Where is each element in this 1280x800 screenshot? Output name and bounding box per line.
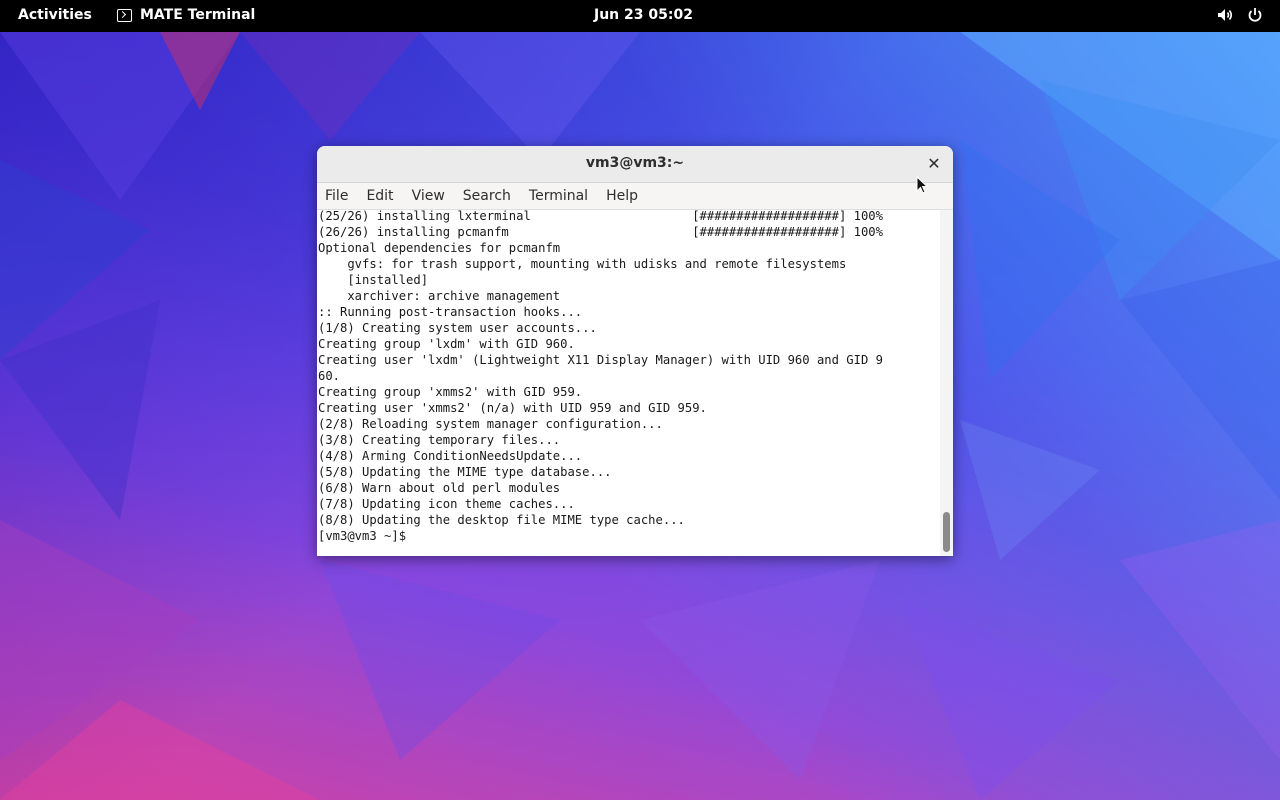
terminal-line: (4/8) Arming ConditionNeedsUpdate...: [318, 449, 583, 463]
menu-edit[interactable]: Edit: [366, 188, 401, 204]
app-menu-button[interactable]: MATE Terminal: [117, 7, 255, 23]
terminal-line: Creating user 'lxdm' (Lightweight X11 Di…: [318, 353, 883, 367]
terminal-line: (3/8) Creating temporary files...: [318, 433, 561, 447]
power-icon[interactable]: [1246, 6, 1264, 24]
menu-terminal[interactable]: Terminal: [529, 188, 596, 204]
menu-view[interactable]: View: [412, 188, 453, 204]
terminal-line: [installed]: [318, 273, 429, 287]
terminal-line: Creating user 'xmms2' (n/a) with UID 959…: [318, 401, 707, 415]
terminal-line: xarchiver: archive management: [318, 289, 561, 303]
terminal-line: (6/8) Warn about old perl modules: [318, 481, 561, 495]
mouse-pointer-icon: [916, 176, 928, 194]
activities-button[interactable]: Activities: [18, 7, 92, 23]
close-icon[interactable]: ✕: [925, 155, 943, 173]
system-tray[interactable]: [1216, 6, 1264, 24]
scrollbar-thumb[interactable]: [943, 512, 950, 552]
terminal-window[interactable]: vm3@vm3:~ ✕ File Edit View Search Termin…: [317, 146, 953, 556]
terminal-line: (2/8) Reloading system manager configura…: [318, 417, 663, 431]
terminal-line: 60.: [318, 369, 341, 383]
terminal-line: (8/8) Updating the desktop file MIME typ…: [318, 513, 685, 527]
terminal-output[interactable]: (25/26) installing lxterminal [#########…: [317, 210, 940, 556]
terminal-line: :: Running post-transaction hooks...: [318, 305, 583, 319]
clock[interactable]: Jun 23 05:02: [594, 7, 693, 23]
volume-icon[interactable]: [1216, 6, 1234, 24]
menu-help[interactable]: Help: [606, 188, 646, 204]
top-bar: Activities MATE Terminal Jun 23 05:02: [0, 0, 1280, 32]
terminal-line: (7/8) Updating icon theme caches...: [318, 497, 575, 511]
menu-bar: File Edit View Search Terminal Help: [317, 183, 953, 210]
app-name-label: MATE Terminal: [140, 7, 256, 23]
window-title: vm3@vm3:~: [585, 155, 685, 171]
shell-prompt: [vm3@vm3 ~]$: [318, 529, 414, 543]
window-titlebar[interactable]: vm3@vm3:~ ✕: [317, 146, 953, 183]
menu-search[interactable]: Search: [463, 188, 519, 204]
terminal-line: (1/8) Creating system user accounts...: [318, 321, 597, 335]
terminal-line: Creating group 'lxdm' with GID 960.: [318, 337, 575, 351]
menu-file[interactable]: File: [325, 188, 356, 204]
terminal-line: Optional dependencies for pcmanfm: [318, 241, 561, 255]
terminal-line: (25/26) installing lxterminal [#########…: [318, 210, 883, 223]
terminal-line: (26/26) installing pcmanfm [############…: [318, 225, 883, 239]
terminal-line: Creating group 'xmms2' with GID 959.: [318, 385, 583, 399]
terminal-line: gvfs: for trash support, mounting with u…: [318, 257, 847, 271]
scrollbar[interactable]: [940, 210, 953, 556]
terminal-line: (5/8) Updating the MIME type database...: [318, 465, 612, 479]
terminal-icon: [117, 8, 132, 22]
